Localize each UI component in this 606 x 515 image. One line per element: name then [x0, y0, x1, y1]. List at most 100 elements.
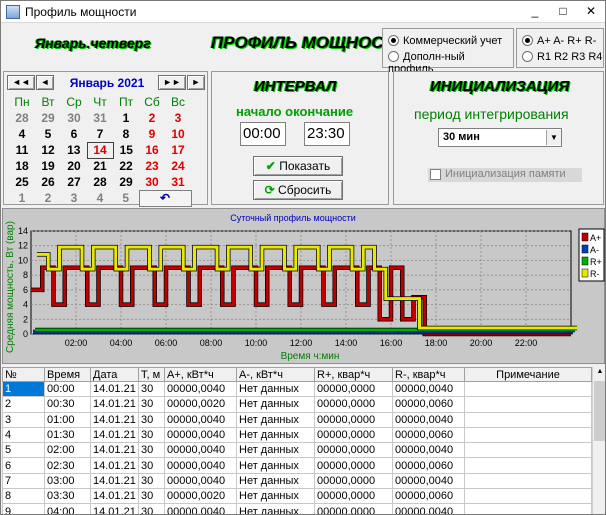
table-cell[interactable]: 30 [138, 411, 165, 428]
table-cell[interactable]: 00000,0040 [164, 380, 237, 398]
calendar-day[interactable]: 1 [113, 110, 139, 126]
table-cell[interactable]: 00000,0060 [392, 488, 465, 505]
table-cell[interactable]: 00000,0040 [392, 472, 465, 490]
calendar-day[interactable]: 15 [113, 142, 139, 158]
table-row[interactable]: 7 03:00 14.01.21 30 00000,0040 Нет данных 0000… [2, 472, 592, 490]
table-cell[interactable]: Нет данных [236, 442, 315, 459]
table-cell[interactable]: Нет данных [236, 472, 315, 490]
table-cell[interactable]: 02:30 [44, 457, 91, 474]
calendar-day-selected[interactable]: 14 [86, 141, 114, 159]
calendar-day[interactable]: 26 [35, 174, 61, 190]
calendar-day[interactable]: 10 [165, 126, 191, 142]
table-cell[interactable]: 7 [2, 472, 45, 490]
table-cell[interactable]: Нет данных [236, 488, 315, 505]
calendar-day[interactable]: 5 [113, 190, 139, 206]
calendar-day[interactable]: 5 [35, 126, 61, 142]
calendar-day[interactable]: 4 [87, 190, 113, 206]
calendar-day[interactable]: 30 [61, 110, 87, 126]
calendar-today-button[interactable]: ↶ [138, 189, 192, 207]
show-button[interactable]: ✔ Показать [253, 156, 343, 176]
table-cell[interactable]: 00000,0060 [392, 396, 465, 413]
table-cell[interactable] [464, 503, 592, 514]
table-cell[interactable]: 04:00 [44, 503, 91, 514]
table-cell[interactable]: 02:00 [44, 442, 91, 459]
calendar-day[interactable]: 18 [9, 158, 35, 174]
table-cell[interactable]: 00000,0000 [314, 503, 393, 514]
calendar-day[interactable]: 28 [87, 174, 113, 190]
table-cell[interactable]: 2 [2, 396, 45, 413]
table-row[interactable]: 6 02:30 14.01.21 30 00000,0040 Нет данных 0000… [2, 457, 592, 474]
table-cell[interactable]: 14.01.21 [90, 488, 139, 505]
calendar-day[interactable]: 29 [35, 110, 61, 126]
table-cell[interactable]: 00000,0040 [392, 442, 465, 459]
start-time-input[interactable]: 00:00 [240, 122, 286, 146]
calendar-day[interactable]: 12 [35, 142, 61, 158]
period-select[interactable]: 30 мин ▼ [438, 128, 562, 147]
column-header[interactable]: Примечание [464, 367, 592, 382]
table-cell[interactable]: 01:00 [44, 411, 91, 428]
calendar-day[interactable]: 25 [9, 174, 35, 190]
table-cell[interactable]: 00:00 [44, 380, 91, 398]
table-cell[interactable]: Нет данных [236, 503, 315, 514]
column-header[interactable]: А+, кВт*ч [164, 367, 237, 382]
column-header[interactable]: Т, м [138, 367, 165, 382]
table-cell[interactable]: 30 [138, 426, 165, 444]
table-cell[interactable]: 14.01.21 [90, 426, 139, 444]
table-cell[interactable]: 00000,0000 [314, 396, 393, 413]
next-month-button[interactable]: ► [187, 75, 205, 90]
column-header[interactable]: Время [44, 367, 91, 382]
table-cell[interactable]: 00000,0020 [164, 488, 237, 505]
table-cell[interactable]: 30 [138, 488, 165, 505]
table-cell[interactable]: 9 [2, 503, 45, 514]
table-cell[interactable]: 00000,0040 [164, 411, 237, 428]
table-cell[interactable]: 14.01.21 [90, 472, 139, 490]
table-cell[interactable]: 00000,0000 [314, 442, 393, 459]
table-cell[interactable]: 14.01.21 [90, 396, 139, 413]
calendar-day[interactable]: 21 [87, 158, 113, 174]
table-row[interactable]: 3 01:00 14.01.21 30 00000,0040 Нет данных 0000… [2, 411, 592, 428]
table-cell[interactable]: 30 [138, 442, 165, 459]
column-header[interactable]: R-, квар*ч [392, 367, 465, 382]
channel-apm-option[interactable]: A+ A- R+ R- [522, 35, 596, 47]
calendar-day[interactable]: 13 [61, 142, 87, 158]
calendar-day[interactable]: 23 [139, 158, 165, 174]
table-cell[interactable]: Нет данных [236, 426, 315, 444]
table-cell[interactable]: 00000,0040 [392, 380, 465, 398]
table-row[interactable]: 5 02:00 14.01.21 30 00000,0040 Нет данных 0000… [2, 442, 592, 459]
calendar-day[interactable]: 11 [9, 142, 35, 158]
table-cell[interactable]: 6 [2, 457, 45, 474]
table-cell[interactable]: 00000,0000 [314, 411, 393, 428]
table-scrollbar[interactable]: ▲ [592, 367, 605, 514]
table-cell[interactable]: 00000,0000 [314, 472, 393, 490]
prev-month-button[interactable]: ◄ [36, 75, 54, 90]
table-cell[interactable] [464, 472, 592, 490]
scroll-up-icon[interactable]: ▲ [594, 368, 605, 380]
init-memory-checkbox[interactable]: Инициализация памяти [428, 168, 582, 182]
column-header[interactable]: Дата [90, 367, 139, 382]
calendar-day[interactable]: 2 [139, 110, 165, 126]
column-header[interactable]: № [2, 367, 45, 382]
calendar-day[interactable]: 4 [9, 126, 35, 142]
calendar-day[interactable]: 31 [165, 174, 191, 190]
table-cell[interactable]: 00000,0040 [164, 457, 237, 474]
table-row[interactable]: 1 00:00 14.01.21 30 00000,0040 Нет данных 0000… [2, 380, 592, 398]
scroll-thumb[interactable] [594, 381, 605, 441]
table-cell[interactable]: 03:00 [44, 472, 91, 490]
table-cell[interactable] [464, 380, 592, 398]
table-cell[interactable] [464, 488, 592, 505]
table-cell[interactable]: 00000,0020 [164, 396, 237, 413]
table-row[interactable]: 2 00:30 14.01.21 30 00000,0020 Нет данных 0000… [2, 396, 592, 413]
table-cell[interactable]: Нет данных [236, 411, 315, 428]
mode-commercial-option[interactable]: Коммерческий учет [388, 35, 502, 47]
table-cell[interactable] [464, 396, 592, 413]
table-cell[interactable]: 00000,0040 [392, 503, 465, 514]
calendar-day[interactable]: 9 [139, 126, 165, 142]
calendar-day[interactable]: 3 [165, 110, 191, 126]
calendar-day[interactable]: 20 [61, 158, 87, 174]
calendar-day[interactable]: 2 [35, 190, 61, 206]
table-cell[interactable]: Нет данных [236, 457, 315, 474]
reset-button[interactable]: ⟳ Сбросить [253, 180, 343, 200]
calendar-day[interactable]: 17 [165, 142, 191, 158]
table-cell[interactable]: 00000,0000 [314, 426, 393, 444]
table-cell[interactable]: 14.01.21 [90, 411, 139, 428]
